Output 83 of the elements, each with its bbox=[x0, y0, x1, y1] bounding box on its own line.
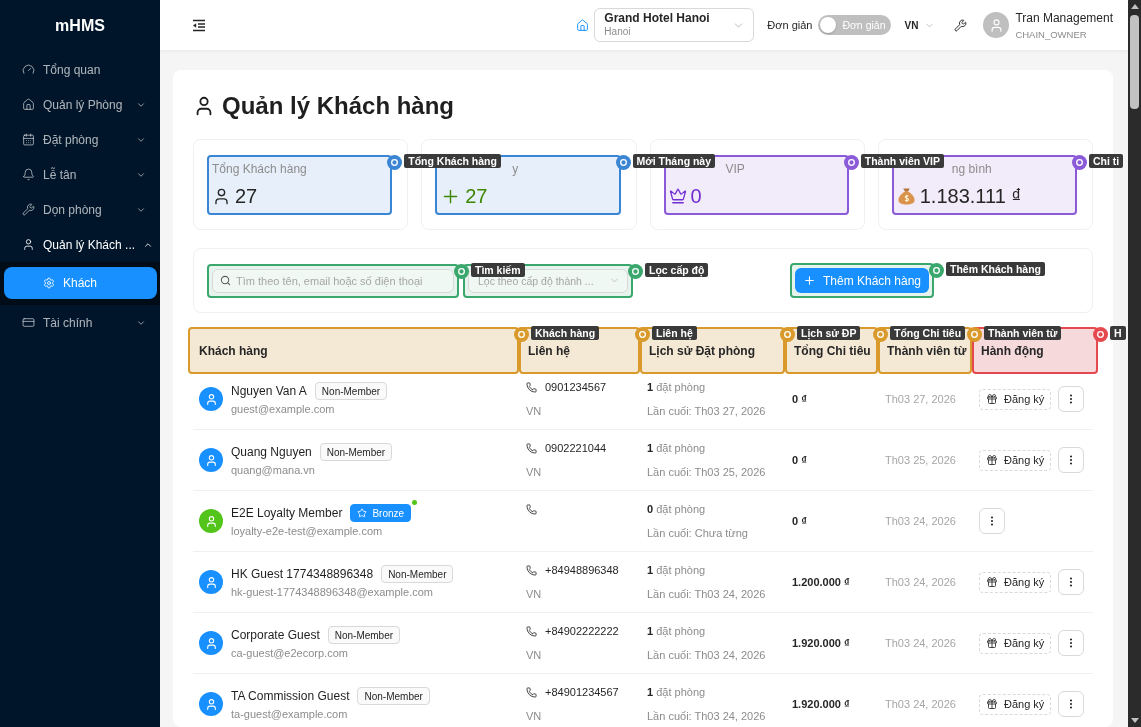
customer-email: hk-guest-1774348896348@example.com bbox=[231, 585, 433, 600]
tier-tag: Non-Member bbox=[357, 687, 430, 705]
column-header: Tổng Chi tiêu bbox=[794, 343, 871, 358]
phone-number: +84902222222 bbox=[545, 624, 619, 639]
annotation-tooltip: Lịch sử ĐP bbox=[797, 326, 861, 340]
annotation-tooltip: Lọc cấp độ bbox=[645, 262, 709, 277]
booking-count: 1 đặt phòng bbox=[647, 441, 706, 456]
customer-email: guest@example.com bbox=[231, 402, 335, 417]
member-since: Th03 27, 2026 bbox=[885, 393, 956, 405]
stat-value: 0 bbox=[690, 184, 702, 208]
annotation-tooltip: Thành viên từ bbox=[984, 326, 1062, 340]
country-code: VN bbox=[526, 709, 542, 724]
country-code: VN bbox=[526, 465, 542, 480]
phone-number: 0902221044 bbox=[545, 441, 607, 456]
annotation-tooltip: Tìm kiếm bbox=[471, 262, 525, 277]
annotation-tooltip: Liên hệ bbox=[652, 326, 697, 340]
user-name: Tran Management bbox=[1015, 10, 1113, 25]
customer-name: TA Commission Guest bbox=[231, 689, 350, 703]
country-code: VN bbox=[526, 404, 542, 419]
booking-count: 1 đặt phòng bbox=[647, 685, 706, 700]
tier-tag: Non-Member bbox=[381, 565, 454, 583]
tier-tag: Non-Member bbox=[319, 443, 393, 461]
booking-count: 1 đặt phòng bbox=[647, 380, 706, 395]
total-spent: 0 ₫ bbox=[792, 515, 807, 527]
country-code: VN bbox=[526, 587, 542, 602]
tier-tag: Non-Member bbox=[314, 382, 388, 400]
annotation-tooltip: Tổng Chi tiêu bbox=[890, 326, 966, 340]
total-spent: 0 ₫ bbox=[792, 454, 807, 466]
last-booking: Lần cuối: Th03 27, 2026 bbox=[647, 404, 766, 419]
annotation-tooltip: Mới Tháng này bbox=[632, 154, 716, 168]
customer-email: ca-guest@e2ecorp.com bbox=[231, 646, 348, 661]
stat-label: y bbox=[512, 161, 519, 178]
stat-label: Tổng Khách hàng bbox=[212, 161, 307, 178]
app-logo: mHMS bbox=[55, 17, 105, 35]
column-header: Lịch sử Đặt phòng bbox=[649, 343, 756, 358]
annotation-tooltip: Tổng Khách hàng bbox=[404, 154, 501, 168]
customer-email: loyalty-e2e-test@example.com bbox=[231, 524, 383, 539]
customer-email: ta-guest@example.com bbox=[231, 707, 348, 722]
stat-label: VIP bbox=[725, 161, 745, 178]
annotation-tooltip: H bbox=[1110, 326, 1126, 340]
column-header: Liên hệ bbox=[528, 343, 570, 358]
page-title: Quản lý Khách hàng bbox=[222, 92, 455, 120]
tier-tag: Non-Member bbox=[327, 626, 401, 644]
annotation-tooltip: Thêm Khách hàng bbox=[946, 262, 1045, 276]
last-booking: Lần cuối: Chưa từng bbox=[647, 526, 748, 541]
phone-number: +84948896348 bbox=[545, 563, 619, 578]
country-code: VN bbox=[526, 648, 542, 663]
member-since: Th03 25, 2026 bbox=[885, 454, 956, 466]
booking-count: 1 đặt phòng bbox=[647, 624, 706, 639]
last-booking: Lần cuối: Th03 24, 2026 bbox=[647, 709, 766, 724]
member-since: Th03 24, 2026 bbox=[885, 576, 956, 588]
booking-count: 0 đặt phòng bbox=[647, 502, 706, 517]
member-since: Th03 24, 2026 bbox=[885, 698, 956, 710]
phone-number: 0901234567 bbox=[545, 380, 607, 395]
customer-name: HK Guest 1774348896348 bbox=[231, 567, 374, 581]
last-booking: Lần cuối: Th03 25, 2026 bbox=[647, 465, 766, 480]
member-since: Th03 24, 2026 bbox=[885, 515, 956, 527]
total-spent: 1.920.000 ₫ bbox=[792, 637, 850, 649]
total-spent: 0 ₫ bbox=[792, 393, 807, 405]
total-spent: 1.200.000 ₫ bbox=[792, 576, 850, 588]
stat-label: ng bình bbox=[951, 161, 992, 178]
customer-name: Nguyen Van A bbox=[231, 384, 307, 398]
customer-name: E2E Loyalty Member bbox=[231, 506, 343, 520]
mode-label: Đơn giản bbox=[767, 19, 813, 31]
stat-value: 27 bbox=[465, 184, 488, 208]
customer-name: Corporate Guest bbox=[231, 628, 320, 642]
last-booking: Lần cuối: Th03 24, 2026 bbox=[647, 648, 766, 663]
last-booking: Lần cuối: Th03 24, 2026 bbox=[647, 587, 766, 602]
member-since: Th03 24, 2026 bbox=[885, 637, 956, 649]
column-header: Khách hàng bbox=[199, 343, 268, 358]
user-role: CHAIN_OWNER bbox=[1015, 28, 1087, 40]
customer-email: quang@mana.vn bbox=[231, 463, 315, 478]
column-header: Thành viên từ bbox=[887, 343, 967, 358]
annotation-tooltip: Chi ti bbox=[1089, 154, 1124, 168]
annotation-tooltip: Thành viên VIP bbox=[860, 154, 944, 168]
phone-number: +84901234567 bbox=[545, 685, 619, 700]
column-header: Hành động bbox=[981, 343, 1044, 358]
stat-value: 27 bbox=[235, 184, 258, 208]
booking-count: 1 đặt phòng bbox=[647, 563, 706, 578]
stat-value: 1.183.111 ₫ bbox=[919, 184, 1022, 208]
total-spent: 1.920.000 ₫ bbox=[792, 698, 850, 710]
customer-name: Quang Nguyen bbox=[231, 445, 312, 459]
annotation-tooltip: Khách hàng bbox=[531, 326, 600, 340]
